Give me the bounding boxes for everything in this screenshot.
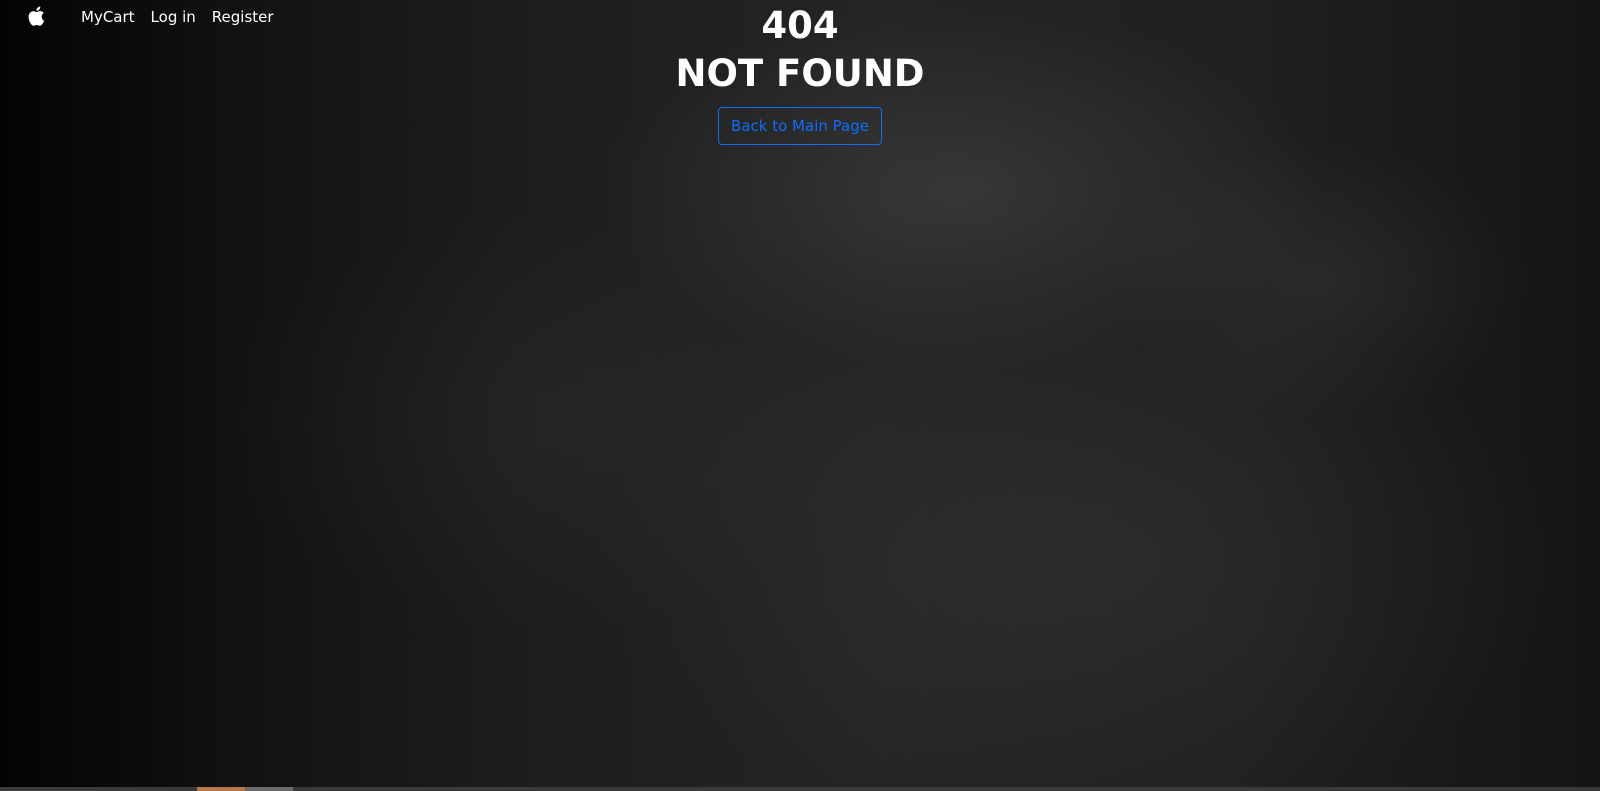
error-message: NOT FOUND bbox=[675, 52, 925, 95]
bottom-strip-segment bbox=[197, 787, 245, 791]
back-to-main-page-button[interactable]: Back to Main Page bbox=[718, 107, 882, 145]
not-found-page: { "navbar": { "brand_icon": "apple-logo-… bbox=[0, 0, 1600, 791]
error-block: 404 NOT FOUND Back to Main Page bbox=[0, 0, 1600, 145]
error-code: 404 bbox=[761, 4, 839, 47]
bottom-strip-segment bbox=[245, 787, 293, 791]
